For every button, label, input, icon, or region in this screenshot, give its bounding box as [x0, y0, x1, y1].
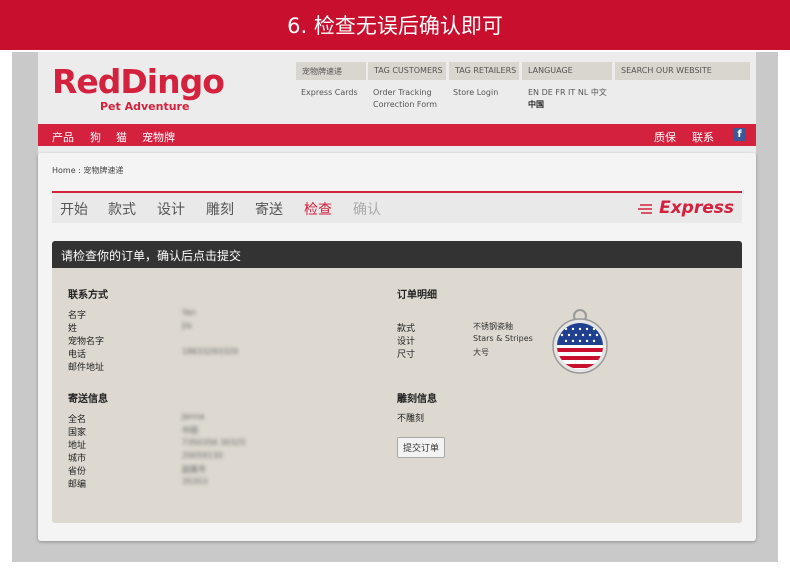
shipping-label: 国家	[68, 428, 87, 438]
step-style[interactable]: 款式	[108, 199, 136, 219]
contact-title: 联系方式	[68, 290, 108, 301]
contact-label: 名字	[68, 311, 87, 321]
shipping-value: 35353	[182, 477, 208, 486]
panel-header: 请检查你的订单，确认后点击提交	[52, 241, 742, 268]
express-speed-lines-icon	[638, 204, 652, 214]
tab-language[interactable]: LANGUAGE	[522, 62, 612, 80]
step-confirm: 确认	[353, 202, 381, 218]
order-value: 大号	[473, 348, 489, 357]
tab-tag-customers[interactable]: TAG CUSTOMERS	[368, 62, 446, 80]
tab-tag-retailers[interactable]: TAG RETAILERS	[449, 62, 519, 80]
order-label: 款式	[397, 324, 416, 334]
stars-stripes-tag-icon	[552, 309, 608, 374]
shipping-label: 地址	[68, 441, 87, 451]
shipping-label: 城市	[68, 454, 87, 464]
current-language: 中国	[528, 100, 544, 109]
contact-label: 电话	[68, 350, 87, 360]
contact-value: 18633293329	[182, 347, 238, 356]
shipping-label: 全名	[68, 415, 87, 425]
contact-value: Yan	[182, 308, 196, 317]
engraving-value: 不雕刻	[397, 414, 425, 424]
shipping-title: 寄送信息	[68, 394, 108, 405]
step-engraving[interactable]: 雕刻	[206, 199, 234, 219]
order-details-title: 订单明细	[397, 290, 437, 301]
nav-dog[interactable]: 狗	[90, 129, 101, 145]
breadcrumb[interactable]: Home : 宠物牌速递	[52, 165, 123, 176]
store-login-link[interactable]: Store Login	[453, 87, 498, 99]
language-options[interactable]: EN DE FR IT NL 中文	[528, 87, 607, 99]
top-banner: 6. 检查无误后确认即可	[0, 0, 790, 50]
order-value: 不锈钢瓷釉	[473, 322, 513, 331]
banner-title: 6. 检查无误后确认即可	[287, 14, 503, 38]
engraving-title: 雕刻信息	[397, 394, 437, 405]
contact-label: 宠物名字	[68, 337, 105, 347]
order-label: 尺寸	[397, 350, 416, 360]
contact-label: 邮件地址	[68, 363, 105, 373]
checkout-card: Home : 宠物牌速递 开始 款式 设计 雕刻 寄送 检查 确认 Expres…	[38, 153, 756, 541]
nav-products[interactable]: 产品	[52, 129, 74, 145]
order-label: 设计	[397, 337, 416, 347]
shipping-value: 副属市	[182, 465, 206, 474]
express-logo: Express	[659, 198, 734, 218]
step-design[interactable]: 设计	[157, 199, 185, 219]
step-shipping[interactable]: 寄送	[255, 199, 283, 219]
contact-value: Jia	[182, 321, 192, 330]
express-cards-link[interactable]: Express Cards	[301, 87, 358, 99]
order-value: Stars & Stripes	[473, 334, 533, 343]
shipping-value: 7350356 30325	[182, 438, 246, 447]
checkout-steps: 开始 款式 设计 雕刻 寄送 检查 确认 Express	[52, 191, 742, 223]
nav-warranty[interactable]: 质保	[654, 129, 676, 145]
order-tracking-link[interactable]: Order Tracking	[373, 87, 432, 99]
main-navbar: 产品 狗 猫 宠物牌 质保 联系 f	[38, 124, 756, 146]
browser-stage: RedDingo Pet Adventure 宠物牌速递 TAG CUSTOME…	[12, 52, 778, 562]
facebook-icon[interactable]: f	[733, 128, 746, 141]
shipping-value: Jenna	[182, 412, 205, 421]
step-review[interactable]: 检查	[304, 199, 332, 219]
nav-pet-tags[interactable]: 宠物牌	[142, 129, 175, 145]
step-start[interactable]: 开始	[60, 199, 88, 219]
shipping-label: 邮编	[68, 480, 87, 490]
shipping-value: 20059130	[182, 451, 223, 460]
logo-tagline: Pet Adventure	[100, 100, 190, 113]
tab-pet-tag-express[interactable]: 宠物牌速递	[296, 62, 366, 80]
nav-cat[interactable]: 猫	[116, 129, 127, 145]
correction-form-link[interactable]: Correction Form	[373, 99, 437, 111]
nav-contact[interactable]: 联系	[692, 129, 714, 145]
reddingo-logo[interactable]: RedDingo	[52, 62, 225, 101]
shipping-label: 省份	[68, 467, 87, 477]
shipping-value: 中国	[182, 426, 198, 435]
submit-order-button[interactable]: 提交订单	[397, 437, 446, 458]
order-review-panel: 请检查你的订单，确认后点击提交 联系方式 名字 姓 宠物名字 电话 邮件地址 Y…	[52, 241, 742, 523]
search-website-tab[interactable]: SEARCH OUR WEBSITE	[615, 62, 750, 80]
contact-label: 姓	[68, 324, 78, 334]
